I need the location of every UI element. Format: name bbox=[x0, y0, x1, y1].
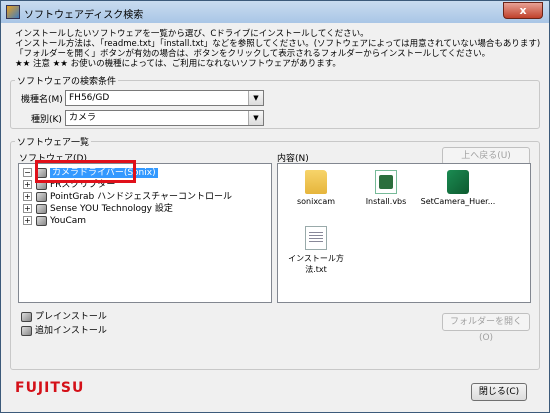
disc-icon bbox=[36, 191, 47, 202]
expand-icon[interactable]: + bbox=[23, 192, 32, 201]
instructions: インストールしたいソフトウェアを一覧から選び、Cドライブにインストールしてくださ… bbox=[15, 29, 540, 69]
disc-icon bbox=[36, 203, 47, 214]
expand-icon[interactable]: + bbox=[23, 204, 32, 213]
software-list-legend: ソフトウェア一覧 bbox=[17, 138, 90, 148]
expand-icon[interactable]: − bbox=[23, 168, 32, 177]
tree-item[interactable]: + YouCam bbox=[23, 215, 86, 227]
file-name: SetCamera_Huer... bbox=[420, 197, 496, 206]
exe-icon bbox=[447, 170, 469, 194]
category-value: カメラ bbox=[69, 113, 97, 123]
tree-item[interactable]: + Sense YOU Technology 設定 bbox=[23, 203, 173, 215]
file-name: インストール方法.txt bbox=[288, 254, 344, 274]
tree-item-label: PointGrab ハンドジェスチャーコントロール bbox=[50, 192, 233, 202]
close-window-button[interactable]: x bbox=[503, 2, 543, 19]
tree-item[interactable]: + PointGrab ハンドジェスチャーコントロール bbox=[23, 191, 232, 203]
file-item[interactable]: インストール方法.txt bbox=[278, 226, 354, 275]
disc-icon bbox=[21, 311, 32, 322]
window-title: ソフトウェアディスク検索 bbox=[24, 10, 144, 21]
preinstall-legend: プレインストール bbox=[21, 309, 107, 322]
fujitsu-logo: FUJITSU bbox=[15, 380, 85, 396]
expand-icon[interactable]: + bbox=[23, 180, 32, 189]
chevron-down-icon[interactable]: ▼ bbox=[248, 91, 263, 105]
main-window: ソフトウェアディスク検索 x インストールしたいソフトウェアを一覧から選び、Cド… bbox=[0, 0, 550, 413]
category-label: 種別(K) bbox=[31, 115, 62, 125]
file-item[interactable]: SetCamera_Huer... bbox=[420, 170, 496, 206]
disc-icon bbox=[36, 215, 47, 226]
file-name: Install.vbs bbox=[365, 197, 407, 206]
instruction-line: ★★ 注意 ★★ お使いの機種によっては、ご利用になれないソフトウェアがあります… bbox=[15, 59, 341, 69]
additional-label: 追加インストール bbox=[35, 326, 107, 336]
search-conditions-legend: ソフトウェアの検索条件 bbox=[17, 77, 117, 87]
tree-item-label: Sense YOU Technology 設定 bbox=[50, 204, 173, 214]
chevron-down-icon[interactable]: ▼ bbox=[248, 111, 263, 125]
instruction-line: インストール方法は、「readme.txt」「install.txt」などを参照… bbox=[15, 39, 541, 49]
preinstall-label: プレインストール bbox=[35, 312, 107, 322]
file-item[interactable]: Install.vbs bbox=[348, 170, 424, 206]
expand-icon[interactable]: + bbox=[23, 216, 32, 225]
contents-panel[interactable]: sonixcam Install.vbs SetCamera_Huer... イ… bbox=[277, 163, 531, 303]
category-select[interactable]: カメラ ▼ bbox=[65, 110, 264, 126]
script-icon bbox=[375, 170, 397, 194]
model-label: 機種名(M) bbox=[21, 95, 63, 105]
title-bar[interactable]: ソフトウェアディスク検索 x bbox=[1, 1, 549, 23]
file-name: sonixcam bbox=[296, 197, 336, 206]
folder-icon bbox=[305, 170, 327, 194]
disc-icon bbox=[21, 325, 32, 336]
highlight-annotation bbox=[35, 160, 136, 183]
app-icon bbox=[6, 5, 20, 19]
tree-item-label: YouCam bbox=[50, 216, 87, 226]
file-item[interactable]: sonixcam bbox=[278, 170, 354, 206]
text-file-icon bbox=[305, 226, 327, 250]
close-button[interactable]: 閉じる(C) bbox=[471, 383, 527, 401]
instruction-line: 「フォルダーを開く」ボタンが有効の場合は、ボタンをクリックして表示されるフォルダ… bbox=[15, 49, 491, 59]
model-select[interactable]: FH56/GD ▼ bbox=[65, 90, 264, 106]
instruction-line: インストールしたいソフトウェアを一覧から選び、Cドライブにインストールしてくださ… bbox=[15, 29, 369, 39]
software-tree[interactable]: − カメラドライバー(Sonix) + FRスクリプター + PointGrab ハン… bbox=[18, 163, 272, 303]
model-value: FH56/GD bbox=[69, 93, 110, 103]
open-folder-button[interactable]: フォルダーを開く(O) bbox=[442, 313, 530, 343]
additional-legend: 追加インストール bbox=[21, 323, 107, 336]
